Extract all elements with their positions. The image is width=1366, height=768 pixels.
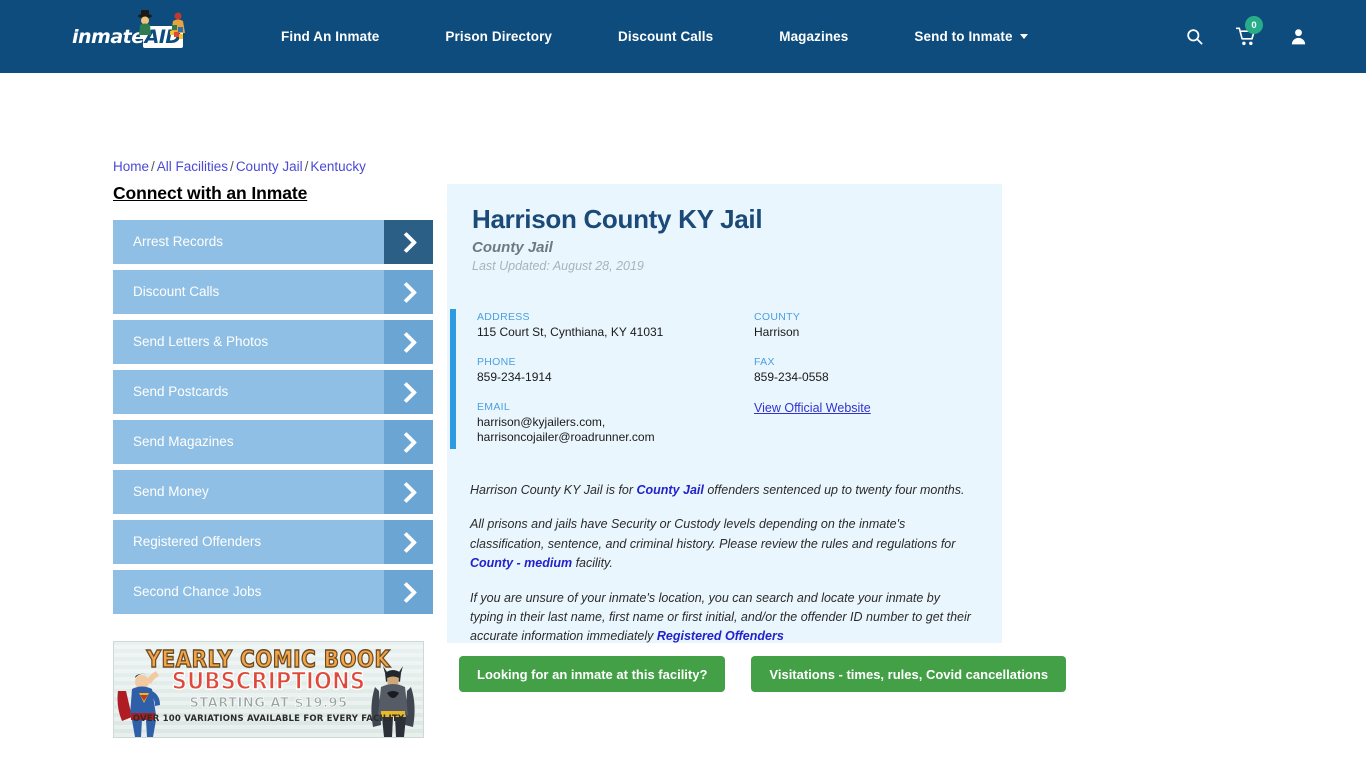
info-field-fax: FAX 859-234-0558 (754, 356, 1002, 385)
chevron-right-icon (384, 220, 433, 264)
page-body: Home / All Facilities / County Jail / Kentucky… (0, 73, 1366, 768)
last-updated-text: Last Updated: August 28, 2019 (472, 259, 644, 273)
shopping-cart-icon[interactable]: 0 (1236, 16, 1263, 46)
info-field-website: View Official Website (754, 401, 1002, 445)
user-account-icon[interactable] (1289, 27, 1308, 46)
desc-p3-link-registered-offenders[interactable]: Registered Offenders (657, 629, 784, 643)
facility-description: Harrison County KY Jail is for County Ja… (447, 481, 1002, 647)
info-label-address: ADDRESS (477, 311, 530, 323)
breadcrumb-item-all-facilities[interactable]: All Facilities (157, 159, 228, 174)
ad-price-text: STARTING AT $19.95 (189, 696, 348, 712)
breadcrumb-separator: / (230, 159, 234, 174)
site-header: inmateAID Find An Inmate Prison Director… (0, 0, 1366, 73)
header-icon-group: 0 (1185, 0, 1308, 73)
ad-subtext: OVER 100 VARIATIONS AVAILABLE FOR EVERY … (132, 714, 405, 724)
facility-contact-info: ADDRESS 115 Court St, Cynthiana, KY 4103… (447, 301, 1002, 459)
chevron-right-icon (384, 420, 433, 464)
info-field-email: EMAIL harrison@kyjailers.com, harrisonco… (477, 401, 754, 445)
info-value-email-1: harrison@kyjailers.com, (477, 415, 606, 429)
sidebar-item-arrest-records[interactable]: Arrest Records (113, 220, 433, 264)
sidebar-item-send-magazines[interactable]: Send Magazines (113, 420, 433, 464)
ad-headline-2: SUBSCRIPTIONS (171, 667, 366, 696)
nav-prison-directory[interactable]: Prison Directory (412, 29, 585, 44)
info-label-email: EMAIL (477, 401, 511, 413)
nav-send-to-inmate[interactable]: Send to Inmate (881, 29, 1060, 44)
chevron-right-icon (384, 370, 433, 414)
sidebar-item-label: Discount Calls (133, 284, 220, 299)
sidebar-item-label: Send Money (133, 484, 209, 499)
view-official-website-link[interactable]: View Official Website (754, 401, 871, 415)
description-paragraph-1: Harrison County KY Jail is for County Ja… (470, 481, 974, 500)
sidebar-item-second-chance-jobs[interactable]: Second Chance Jobs (113, 570, 433, 614)
info-value-phone: 859-234-1914 (477, 370, 552, 384)
desc-p1-text-b: offenders sentenced up to twenty four mo… (703, 483, 965, 497)
breadcrumb-separator: / (151, 159, 155, 174)
description-paragraph-2: All prisons and jails have Security or C… (470, 515, 974, 573)
sidebar-item-discount-calls[interactable]: Discount Calls (113, 270, 433, 314)
looking-for-inmate-button[interactable]: Looking for an inmate at this facility? (459, 656, 726, 692)
main-navigation: Find An Inmate Prison Directory Discount… (248, 29, 1061, 44)
sidebar-item-send-letters-photos[interactable]: Send Letters & Photos (113, 320, 433, 364)
info-value-fax: 859-234-0558 (754, 370, 829, 384)
comic-book-subscription-ad[interactable]: YEARLY COMIC BOOK SUBSCRIPTIONS STARTING… (113, 641, 424, 738)
nav-magazines[interactable]: Magazines (746, 29, 881, 44)
sidebar-item-label: Send Letters & Photos (133, 334, 269, 349)
sidebar-item-label: Send Magazines (133, 434, 234, 449)
chevron-right-icon (384, 520, 433, 564)
info-value-address: 115 Court St, Cynthiana, KY 41031 (477, 325, 664, 339)
chevron-down-icon (1019, 34, 1028, 39)
nav-send-to-inmate-label: Send to Inmate (914, 29, 1013, 44)
chevron-right-icon (384, 320, 433, 364)
nav-find-an-inmate[interactable]: Find An Inmate (248, 29, 412, 44)
breadcrumb-item-home[interactable]: Home (113, 159, 149, 174)
info-label-county: COUNTY (754, 311, 801, 323)
desc-p2-text-a: All prisons and jails have Security or C… (470, 517, 956, 551)
desc-p2-text-b: facility. (572, 556, 613, 571)
accent-bar (450, 309, 456, 449)
sidebar-item-registered-offenders[interactable]: Registered Offenders (113, 520, 433, 564)
chevron-right-icon (384, 270, 433, 314)
chevron-right-icon (384, 570, 433, 614)
breadcrumb-item-county-jail[interactable]: County Jail (236, 159, 303, 174)
breadcrumb-item-kentucky[interactable]: Kentucky (310, 159, 366, 174)
sidebar-item-send-postcards[interactable]: Send Postcards (113, 370, 433, 414)
info-label-phone: PHONE (477, 356, 516, 368)
sidebar-item-label: Arrest Records (133, 234, 224, 249)
facility-type: County Jail (472, 239, 553, 256)
cart-count-badge: 0 (1245, 16, 1263, 34)
desc-p2-link-county-medium[interactable]: County - medium (470, 556, 572, 570)
info-label-fax: FAX (754, 356, 775, 368)
info-field-address: ADDRESS 115 Court St, Cynthiana, KY 4103… (477, 311, 754, 340)
chevron-right-icon (384, 470, 433, 514)
info-field-county: COUNTY Harrison (754, 311, 1002, 340)
info-value-county: Harrison (754, 325, 800, 339)
description-paragraph-3: If you are unsure of your inmate's locat… (470, 589, 974, 647)
info-field-phone: PHONE 859-234-1914 (477, 356, 754, 385)
nav-discount-calls[interactable]: Discount Calls (585, 29, 746, 44)
page-title: Harrison County KY Jail (472, 204, 763, 234)
info-value-email-2: harrisoncojailer@roadrunner.com (477, 430, 655, 444)
ad-artwork: YEARLY COMIC BOOK SUBSCRIPTIONS STARTING… (114, 642, 423, 737)
facility-detail-panel: Harrison County KY Jail County Jail Last… (447, 184, 1002, 643)
logo-characters-icon (138, 9, 185, 39)
search-icon[interactable] (1185, 27, 1204, 46)
cta-button-row: Looking for an inmate at this facility? … (459, 656, 1067, 692)
sidebar: Connect with an Inmate Arrest Records Di… (113, 183, 433, 620)
sidebar-item-label: Send Postcards (133, 384, 229, 399)
visitations-info-button[interactable]: Visitations - times, rules, Covid cancel… (751, 656, 1067, 692)
desc-p1-link-county-jail[interactable]: County Jail (637, 483, 704, 497)
sidebar-title: Connect with an Inmate (113, 183, 308, 203)
desc-p1-text-a: Harrison County KY Jail is for (470, 483, 637, 497)
sidebar-item-label: Registered Offenders (133, 534, 262, 549)
site-logo[interactable]: inmateAID (72, 9, 192, 59)
sidebar-item-label: Second Chance Jobs (133, 584, 262, 599)
sidebar-item-send-money[interactable]: Send Money (113, 470, 433, 514)
breadcrumb: Home / All Facilities / County Jail / Kentucky (113, 159, 366, 174)
